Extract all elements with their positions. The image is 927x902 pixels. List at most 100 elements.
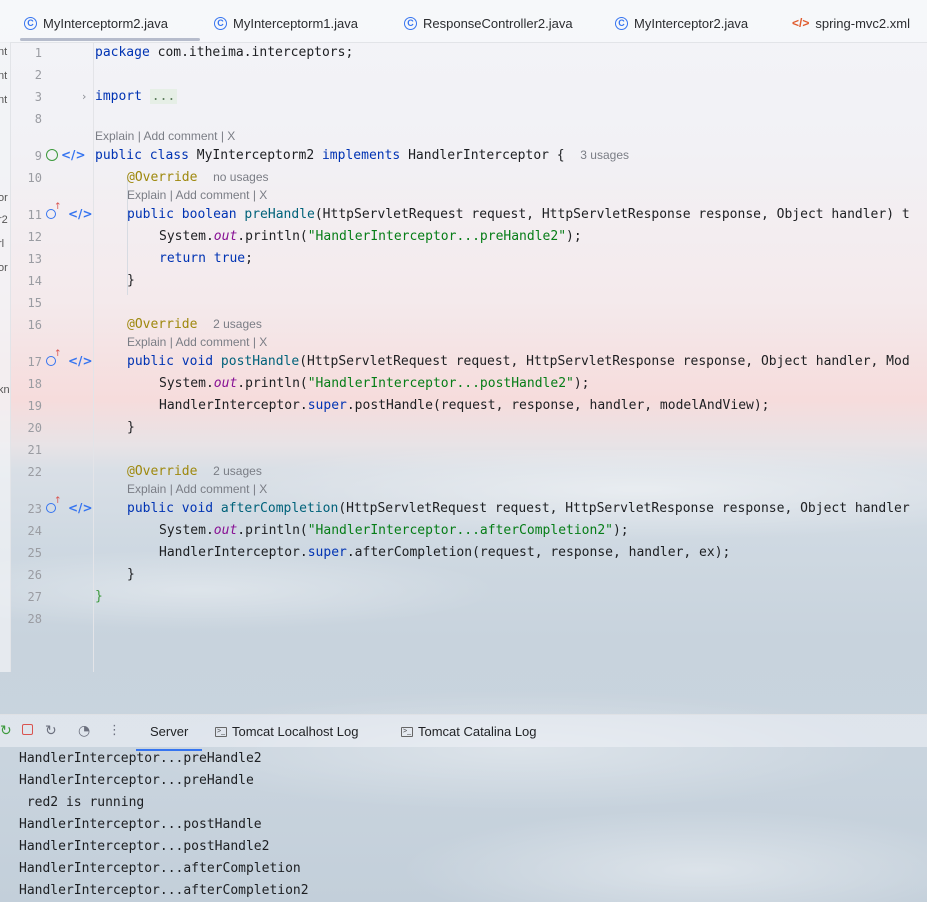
code-editor[interactable]: 1 2 3 8 9 10 11 12 13 14 15 16 17 18 19 …	[0, 42, 927, 672]
line-number: 12	[27, 230, 42, 244]
ai-hint[interactable]: Explain | Add comment | X	[127, 482, 267, 496]
code-line-18: System.out.println("HandlerInterceptor..…	[159, 376, 590, 391]
implemented-link-icon[interactable]: </>	[68, 354, 93, 368]
code-line-3: import ...	[95, 89, 178, 104]
tab-tomcat-localhost-log[interactable]: >_ Tomcat Localhost Log	[215, 724, 358, 739]
code-line-11: public boolean preHandle(HttpServletRequ…	[127, 207, 910, 222]
line-number: 15	[27, 296, 42, 310]
code-line-27: }	[95, 589, 103, 604]
tab-label: MyInterceptor2.java	[634, 15, 749, 31]
class-icon: C	[615, 16, 628, 30]
tab-label: Server	[150, 724, 189, 739]
log-icon: >_	[215, 726, 227, 737]
stop-icon[interactable]	[22, 724, 33, 735]
tab-label: MyInterceptorm2.java	[43, 15, 168, 31]
editor-tab-bar: C MyInterceptorm2.java C MyInterceptorm1…	[0, 0, 927, 43]
code-line-16: @Override 2 usages	[127, 317, 262, 332]
line-number: 17	[27, 355, 42, 369]
override-icon[interactable]	[46, 349, 62, 366]
line-number: 21	[27, 443, 42, 457]
code-line-9: public class MyInterceptorm2 implements …	[95, 148, 629, 163]
gutter-icons-line17[interactable]: </>	[46, 349, 93, 368]
code-line-26: }	[127, 567, 135, 582]
line-number: 27	[27, 590, 42, 604]
tab-myinterceptorm2[interactable]: C MyInterceptorm2.java	[20, 12, 200, 41]
code-line-1: package com.itheima.interceptors;	[95, 45, 354, 60]
ai-hint[interactable]: Explain | Add comment | X	[127, 188, 267, 202]
console-line: HandlerInterceptor...preHandle2	[19, 751, 262, 766]
usages-hint[interactable]: 3 usages	[580, 148, 629, 162]
fold-chevron-icon[interactable]: ›	[82, 90, 86, 103]
log-icon: >_	[401, 726, 413, 737]
tab-label: MyInterceptorm1.java	[233, 15, 358, 31]
xml-icon: </>	[792, 16, 810, 30]
line-number: 19	[27, 399, 42, 413]
line-number: 13	[27, 252, 42, 266]
code-line-10: @Override no usages	[127, 170, 269, 185]
tab-spring-mvc2-xml[interactable]: </> spring-mvc2.xml	[792, 12, 910, 34]
line-number: 2	[34, 68, 42, 82]
implemented-link-icon[interactable]: </>	[68, 501, 93, 515]
override-icon[interactable]	[46, 496, 62, 513]
console-line: HandlerInterceptor...postHandle	[19, 817, 262, 832]
line-number: 18	[27, 377, 42, 391]
line-number: 16	[27, 318, 42, 332]
profiler-icon[interactable]: ◔	[78, 723, 90, 739]
line-number: 8	[34, 112, 42, 126]
class-icon: C	[404, 16, 417, 30]
console-line: HandlerInterceptor...afterCompletion	[19, 861, 301, 876]
usages-hint[interactable]: 2 usages	[213, 464, 262, 478]
console-line: HandlerInterceptor...postHandle2	[19, 839, 270, 854]
console-line: HandlerInterceptor...afterCompletion2	[19, 883, 309, 898]
tab-label: ResponseController2.java	[423, 15, 573, 31]
folded-imports[interactable]: ...	[149, 89, 178, 104]
code-line-13: return true;	[159, 251, 253, 266]
code-line-23: public void afterCompletion(HttpServletR…	[127, 501, 910, 516]
code-line-20: }	[127, 420, 135, 435]
line-number: 3	[34, 90, 42, 104]
tab-label: Tomcat Localhost Log	[232, 724, 359, 739]
usages-hint[interactable]: 2 usages	[213, 317, 262, 331]
run-toolwindow-header: ↻ ↻ ◔ ⋮ Server >_ Tomcat Localhost Log >…	[0, 714, 927, 751]
tab-label: Tomcat Catalina Log	[418, 724, 537, 739]
code-line-22: @Override 2 usages	[127, 464, 262, 479]
console-line: HandlerInterceptor...preHandle	[19, 773, 254, 788]
line-number: 24	[27, 524, 42, 538]
tab-tomcat-catalina-log[interactable]: >_ Tomcat Catalina Log	[401, 724, 537, 739]
rerun-icon[interactable]: ↻	[0, 723, 12, 739]
tab-server[interactable]: Server	[135, 724, 203, 751]
code-line-25: HandlerInterceptor.super.afterCompletion…	[159, 545, 731, 560]
restart-icon[interactable]: ↻	[45, 723, 57, 739]
gutter-icons-line9[interactable]: </>	[46, 148, 86, 162]
more-options-icon[interactable]: ⋮	[108, 723, 121, 738]
console-line: red2 is running	[19, 795, 145, 810]
no-tests-icon[interactable]	[46, 149, 58, 161]
line-number: 20	[27, 421, 42, 435]
gutter-icons-line11[interactable]: </>	[46, 202, 93, 221]
line-number: 9	[34, 149, 42, 163]
code-line-17: public void postHandle(HttpServletReques…	[127, 354, 910, 369]
tab-myinterceptorm1[interactable]: C MyInterceptorm1.java	[214, 12, 358, 34]
tab-responsecontroller2[interactable]: C ResponseController2.java	[404, 12, 573, 34]
line-number: 10	[27, 171, 42, 185]
code-line-14: }	[127, 273, 135, 288]
ai-hint[interactable]: Explain | Add comment | X	[127, 335, 267, 349]
class-icon: C	[214, 16, 227, 30]
line-number: 28	[27, 612, 42, 626]
implemented-link-icon[interactable]: </>	[61, 148, 86, 162]
override-icon[interactable]	[46, 202, 62, 219]
implemented-link-icon[interactable]: </>	[68, 207, 93, 221]
tab-label: spring-mvc2.xml	[815, 15, 910, 31]
code-line-24: System.out.println("HandlerInterceptor..…	[159, 523, 629, 538]
tab-myinterceptor2[interactable]: C MyInterceptor2.java	[615, 12, 748, 34]
line-number: 22	[27, 465, 42, 479]
gutter-icons-line23[interactable]: </>	[46, 496, 93, 515]
line-number: 1	[34, 46, 42, 60]
ai-hint[interactable]: Explain | Add comment | X	[95, 129, 235, 143]
line-number: 23	[27, 502, 42, 516]
code-line-12: System.out.println("HandlerInterceptor..…	[159, 229, 582, 244]
class-icon: C	[24, 16, 37, 30]
code-line-19: HandlerInterceptor.super.postHandle(requ…	[159, 398, 770, 413]
line-number: 26	[27, 568, 42, 582]
usages-hint[interactable]: no usages	[213, 170, 268, 184]
